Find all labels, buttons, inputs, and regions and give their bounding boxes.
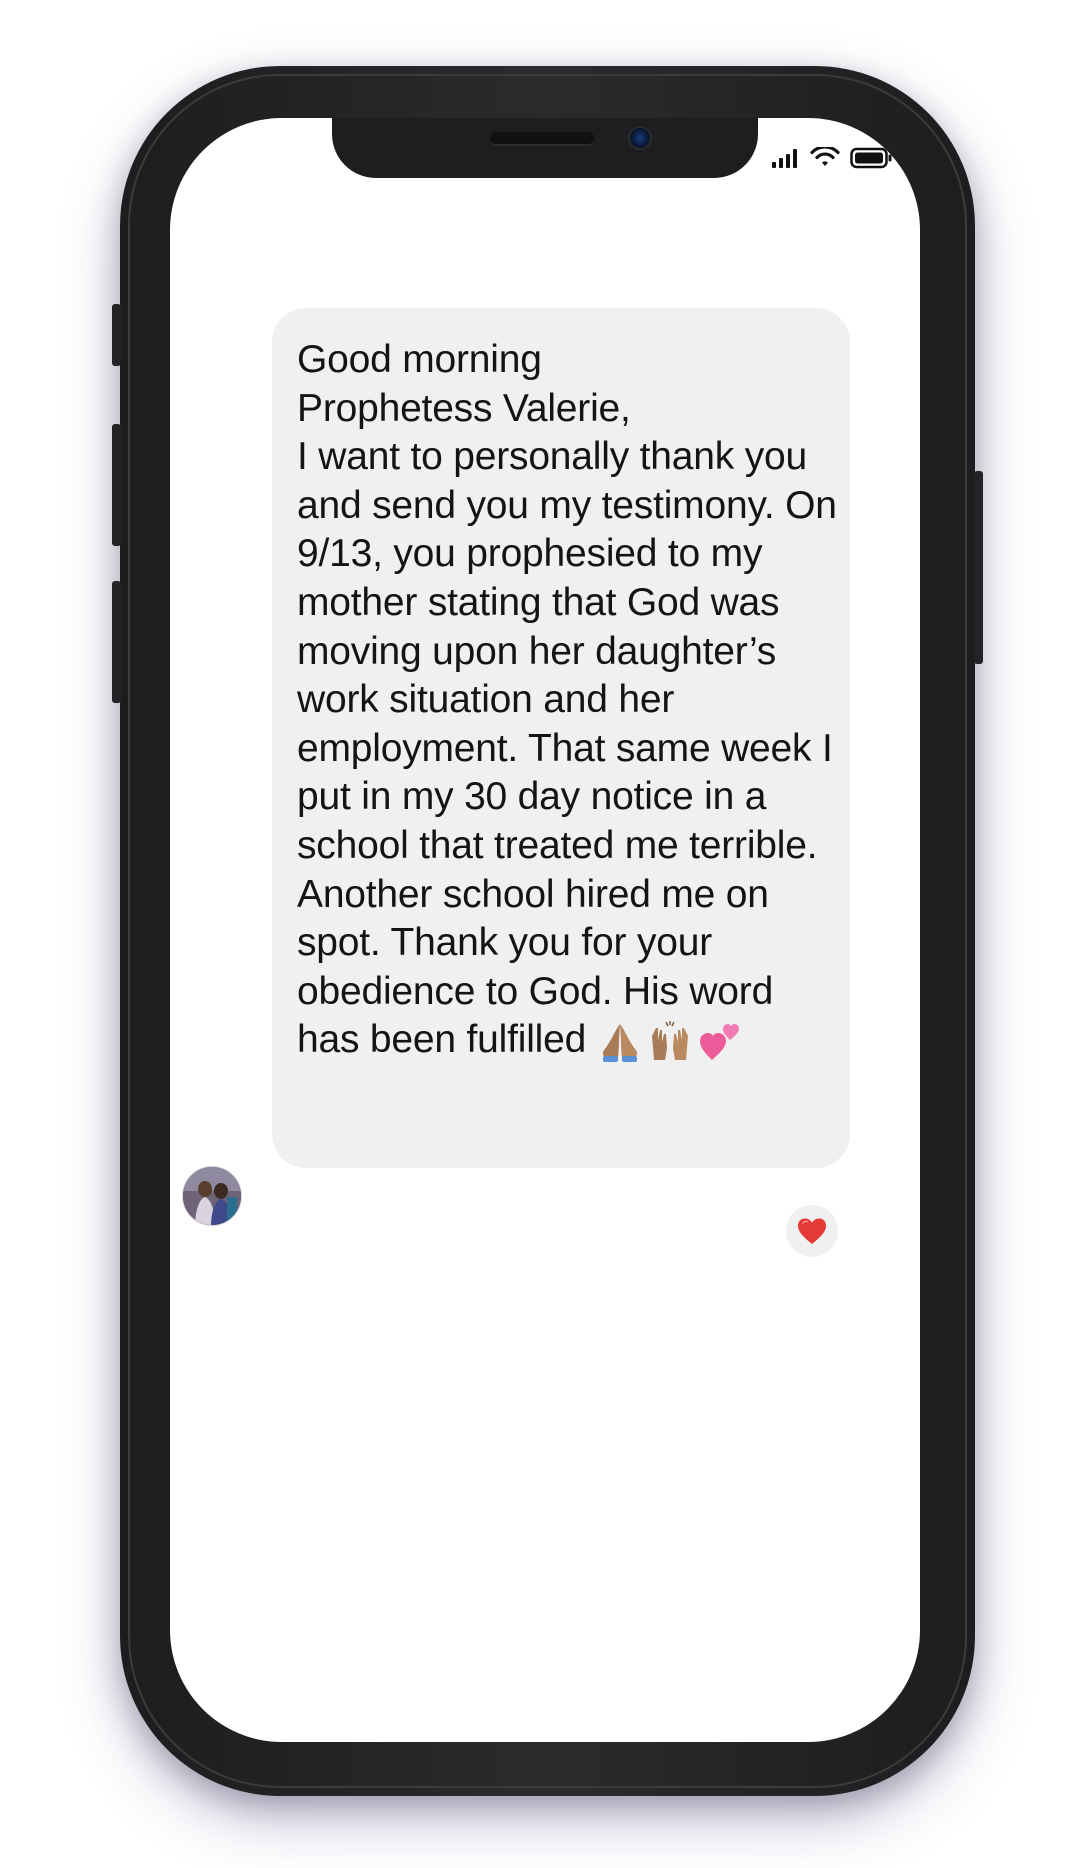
volume-down-button — [112, 581, 121, 703]
phone-frame: Good morning Prophetess Valerie, I want … — [112, 66, 983, 1796]
power-button — [974, 471, 983, 664]
cellular-signal-icon — [772, 149, 797, 168]
notch — [332, 118, 758, 178]
status-bar-icons — [772, 146, 892, 170]
wifi-icon — [810, 147, 840, 166]
speaker — [490, 132, 594, 146]
message-emojis — [598, 1020, 742, 1064]
message-bubble[interactable]: Good morning Prophetess Valerie, I want … — [272, 308, 850, 1168]
message-recipient: Prophetess Valerie, — [297, 386, 631, 430]
avatar-image — [183, 1167, 241, 1225]
raising-hands-icon — [652, 1021, 689, 1061]
two-hearts-icon — [700, 1024, 740, 1061]
reaction-badge[interactable] — [783, 1202, 841, 1260]
front-camera — [628, 126, 652, 150]
heart-icon — [798, 1218, 826, 1244]
avatar[interactable] — [182, 1166, 242, 1226]
message-greeting: Good morning — [297, 338, 542, 381]
battery-icon — [850, 147, 892, 169]
silent-switch — [112, 304, 121, 366]
screen: Good morning Prophetess Valerie, I want … — [170, 118, 920, 1742]
folded-hands-icon — [603, 1024, 638, 1063]
volume-up-button — [112, 424, 121, 546]
message-body: I want to personally thank you and send … — [297, 435, 837, 1062]
